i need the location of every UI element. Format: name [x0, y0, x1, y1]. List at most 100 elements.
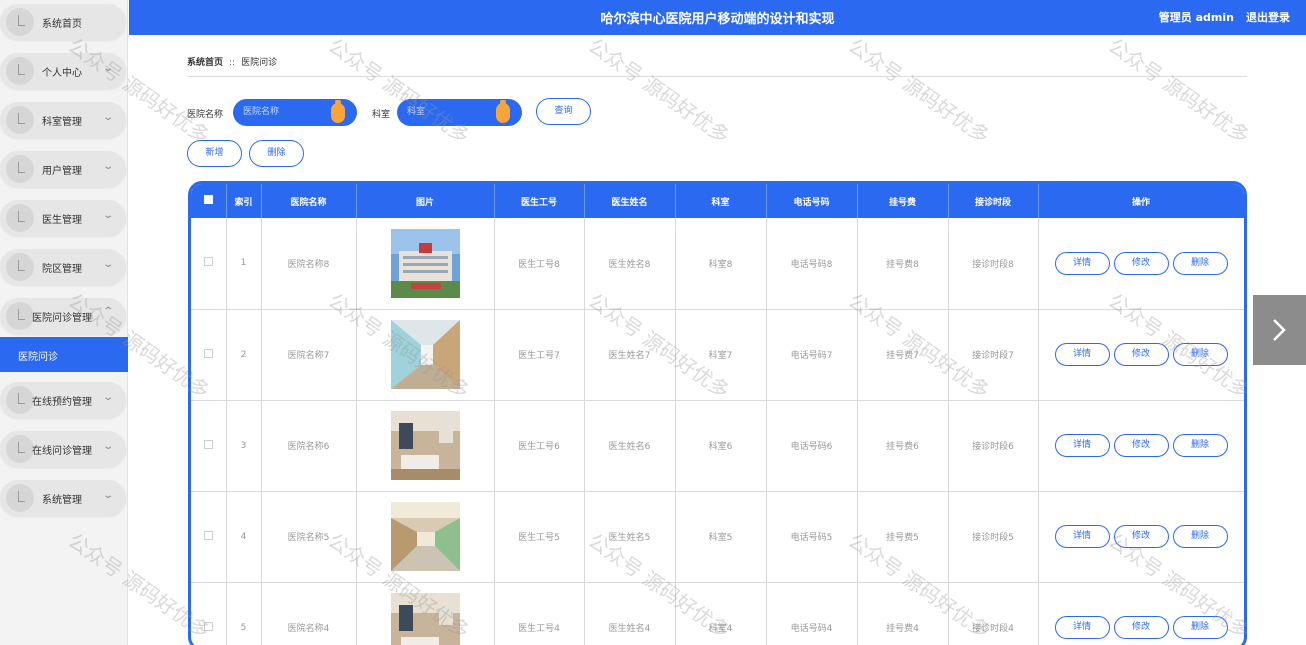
column-header: 索引 — [226, 184, 262, 218]
divider — [187, 76, 1247, 77]
row-checkbox[interactable] — [203, 621, 213, 631]
menu-icon — [6, 253, 34, 281]
sidebar-item-booking[interactable]: 在线预约管理 ⌄ — [0, 378, 128, 418]
edit-button[interactable]: 修改 — [1113, 434, 1169, 457]
delete-button[interactable]: 删除 — [1172, 434, 1228, 457]
index-cell: 3 — [226, 400, 262, 492]
app-title: 哈尔滨中心医院用户移动端的设计和实现 — [600, 12, 835, 27]
delete-button[interactable]: 删除 — [1172, 616, 1228, 639]
chevron-down-icon: ⌄ — [101, 259, 114, 270]
detail-button[interactable]: 详情 — [1054, 525, 1110, 548]
phone-cell: 电话号码7 — [766, 309, 858, 401]
sidebar-item-consult[interactable]: 医院问诊管理 ⌃ — [0, 294, 128, 334]
row-select-cell[interactable] — [191, 309, 227, 401]
sidebar: 系统首页 个人中心 ⌄ 科室管理 ⌄ 用户管理 ⌄ 医生管理 ⌄ 院区管理 ⌄ … — [0, 0, 128, 645]
detail-button[interactable]: 详情 — [1054, 343, 1110, 366]
hospital-name-cell: 医院名称6 — [261, 400, 357, 492]
hospital-corridor-image — [390, 320, 460, 389]
edit-button[interactable]: 修改 — [1113, 525, 1169, 548]
delete-button[interactable]: 删除 — [1172, 343, 1228, 366]
row-checkbox[interactable] — [203, 439, 213, 449]
actions-cell: 详情 修改 删除 — [1038, 582, 1244, 645]
hospital-name-cell: 医院名称4 — [261, 582, 357, 645]
period-cell: 接诊时段5 — [948, 491, 1039, 583]
sidebar-pill: 系统管理 ⌄ — [0, 480, 126, 516]
detail-button[interactable]: 详情 — [1054, 616, 1110, 639]
next-arrow-button[interactable] — [1253, 295, 1306, 365]
breadcrumb-home[interactable]: 系统首页 — [187, 58, 223, 68]
doctor-name-cell: 医生姓名6 — [584, 400, 676, 492]
row-select-cell[interactable] — [191, 400, 227, 492]
row-checkbox[interactable] — [203, 348, 213, 358]
delete-button[interactable]: 删除 — [1172, 251, 1228, 275]
doctor-id-cell: 医生工号7 — [494, 309, 585, 401]
phone-cell: 电话号码4 — [766, 582, 858, 645]
hospital-name-input[interactable]: 医院名称 — [233, 99, 357, 126]
menu-icon — [6, 435, 34, 463]
row-select-cell[interactable] — [191, 218, 227, 310]
row-select-cell[interactable] — [191, 491, 227, 583]
index-cell: 5 — [226, 582, 262, 645]
sidebar-item-profile[interactable]: 个人中心 ⌄ — [0, 49, 128, 89]
hospital-ward-image — [390, 593, 460, 645]
chevron-down-icon: ⌄ — [101, 490, 114, 501]
dept-cell: 科室8 — [675, 218, 767, 310]
index-cell: 2 — [226, 309, 262, 401]
menu-icon — [6, 155, 34, 183]
add-button[interactable]: 新增 — [187, 140, 242, 167]
edit-button[interactable]: 修改 — [1113, 343, 1169, 366]
menu-icon — [6, 8, 34, 36]
table-row: 2 医院名称7 医生工号7 医生姓名7 科室7 电话号码7 挂号费7 接诊时段7 详情 修改 删除 — [191, 309, 1244, 401]
sidebar-pill: 医生管理 ⌄ — [0, 200, 126, 236]
chevron-right-icon — [1273, 319, 1286, 341]
sidebar-item-doctors[interactable]: 医生管理 ⌄ — [0, 196, 128, 236]
row-select-cell[interactable] — [191, 582, 227, 645]
query-button[interactable]: 查询 — [536, 98, 591, 125]
dept-input[interactable]: 科室 — [397, 99, 522, 126]
hospital-hall-image — [390, 502, 460, 571]
sidebar-item-online[interactable]: 在线问诊管理 ⌄ — [0, 427, 128, 467]
sidebar-item-dept[interactable]: 科室管理 ⌄ — [0, 98, 128, 138]
fee-cell: 挂号费4 — [857, 582, 949, 645]
sidebar-subitem-consult[interactable]: 医院问诊 — [0, 337, 128, 372]
column-header: 医院名称 — [261, 184, 357, 218]
select-all-checkbox[interactable] — [203, 195, 213, 204]
hospital-name-placeholder: 医院名称 — [243, 107, 280, 117]
sidebar-item-system[interactable]: 系统管理 ⌄ — [0, 476, 128, 516]
batch-delete-button[interactable]: 删除 — [249, 140, 304, 167]
sidebar-subitem-label: 医院问诊 — [18, 352, 58, 363]
menu-icon — [6, 302, 34, 330]
image-cell — [356, 491, 495, 583]
dept-placeholder: 科室 — [407, 107, 426, 117]
edit-button[interactable]: 修改 — [1113, 251, 1169, 275]
doctor-name-cell: 医生姓名7 — [584, 309, 676, 401]
delete-button[interactable]: 删除 — [1172, 525, 1228, 548]
doctor-id-cell: 医生工号4 — [494, 582, 585, 645]
column-header: 接诊时段 — [948, 184, 1039, 218]
menu-icon — [6, 204, 34, 232]
actions-cell: 详情 修改 删除 — [1038, 491, 1244, 583]
select-all-cell[interactable] — [191, 184, 227, 218]
edit-button[interactable]: 修改 — [1113, 616, 1169, 639]
row-checkbox[interactable] — [203, 257, 213, 267]
table-row: 3 医院名称6 医生工号6 医生姓名6 科室6 电话号码6 挂号费6 接诊时段6 详情 修改 删除 — [191, 400, 1244, 492]
hospital-ward-image — [390, 411, 460, 480]
dept-cell: 科室7 — [675, 309, 767, 401]
fee-cell: 挂号费5 — [857, 491, 949, 583]
sidebar-item-users[interactable]: 用户管理 ⌄ — [0, 147, 128, 187]
sidebar-item-campus[interactable]: 院区管理 ⌄ — [0, 245, 128, 285]
sidebar-item-home[interactable]: 系统首页 — [0, 0, 128, 40]
column-header: 电话号码 — [766, 184, 858, 218]
sidebar-item-label: 个人中心 — [42, 68, 82, 79]
row-checkbox[interactable] — [203, 530, 213, 540]
column-header: 科室 — [675, 184, 767, 218]
input-knob-icon — [331, 100, 345, 123]
sidebar-item-label: 系统首页 — [42, 19, 82, 30]
sidebar-item-label: 系统管理 — [42, 495, 82, 506]
breadcrumb: 系统首页:: 医院问诊 — [187, 55, 277, 68]
sidebar-pill: 医院问诊管理 ⌃ — [0, 298, 126, 334]
detail-button[interactable]: 详情 — [1054, 251, 1110, 275]
logout-link[interactable]: 退出登录 — [1246, 9, 1290, 25]
input-knob-icon — [496, 100, 510, 123]
detail-button[interactable]: 详情 — [1054, 434, 1110, 457]
